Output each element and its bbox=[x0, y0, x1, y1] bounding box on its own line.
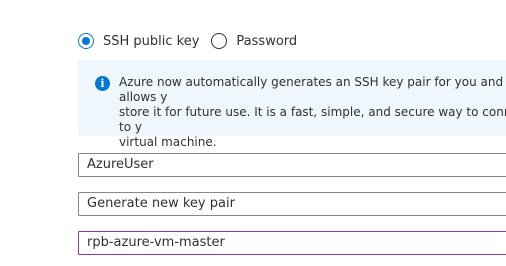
radio-unselected-icon[interactable] bbox=[211, 33, 228, 49]
radio-label-ssh-public-key: SSH public key bbox=[103, 33, 200, 49]
info-icon: i bbox=[95, 76, 110, 91]
radio-option-ssh-public-key[interactable]: SSH public key bbox=[78, 33, 199, 49]
key-pair-name-value: rpb-azure-vm-master bbox=[87, 235, 225, 250]
radio-selected-icon[interactable] bbox=[78, 33, 94, 49]
ssh-key-source-dropdown[interactable]: Generate new key pair bbox=[78, 192, 506, 216]
username-value: AzureUser bbox=[87, 157, 154, 172]
username-input[interactable]: AzureUser bbox=[78, 153, 506, 177]
info-message-text: Azure now automatically generates an SSH… bbox=[119, 75, 506, 149]
authentication-type-radio-group: SSH public key Password bbox=[78, 31, 309, 51]
ssh-key-source-value: Generate new key pair bbox=[87, 196, 235, 211]
radio-option-password[interactable]: Password bbox=[211, 33, 297, 49]
key-pair-name-input[interactable]: rpb-azure-vm-master bbox=[78, 231, 506, 255]
ssh-info-message: i Azure now automatically generates an S… bbox=[78, 60, 506, 149]
radio-label-password: Password bbox=[236, 33, 298, 49]
